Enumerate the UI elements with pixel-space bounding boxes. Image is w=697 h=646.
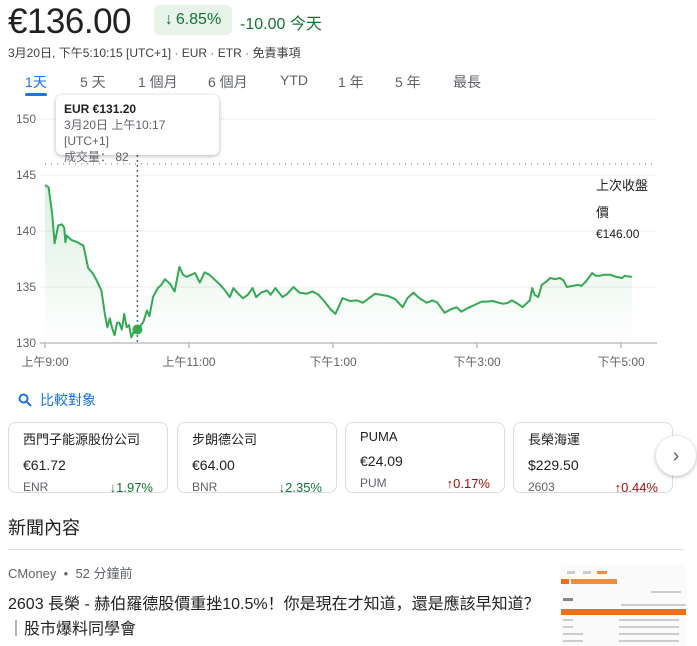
disclaimer-link[interactable]: 免責事項 — [252, 46, 300, 60]
stock-change: ↑0.44% — [615, 480, 658, 495]
change-percent-badge: ↓ 6.85% — [154, 5, 232, 35]
chart-tooltip: EUR €131.20 3月20日 上午10:17 [UTC+1] 成交量： 8… — [56, 95, 219, 164]
stock-change-value: 2.35% — [285, 480, 322, 495]
stock-ticker: PUM — [360, 476, 387, 490]
price-area — [45, 185, 632, 343]
y-tick-label: 145 — [16, 168, 36, 182]
stock-change: ↑0.17% — [447, 476, 490, 491]
tab-6m[interactable]: 6 個月 — [208, 72, 248, 92]
stock-change: ↓1.97% — [110, 480, 153, 495]
prev-close-value: €146.00 — [596, 227, 640, 241]
change-value: -10.00 — [240, 16, 286, 33]
stock-change-value: 1.97% — [116, 480, 153, 495]
stock-price: €24.09 — [360, 453, 403, 469]
stock-price: $229.50 — [528, 457, 579, 473]
x-tick-label: 下午3:00 — [453, 355, 501, 369]
y-tick-label: 130 — [16, 336, 36, 350]
stock-change: ↓2.35% — [279, 480, 322, 495]
thumbnail-image — [561, 571, 686, 642]
tooltip-price: EUR €131.20 — [64, 102, 137, 116]
related-stock-card[interactable]: 長榮海運 $229.50 2603 ↑0.44% — [513, 422, 673, 495]
compare-label: 比較對象 — [40, 392, 96, 408]
stock-name: 步朗德公司 — [192, 432, 258, 447]
news-source: CMoney • 52 分鐘前 — [8, 563, 133, 582]
hover-point — [132, 324, 143, 335]
chevron-right-icon: › — [672, 444, 680, 467]
tab-1d[interactable]: 1天 — [25, 72, 47, 96]
tab-ytd[interactable]: YTD — [280, 72, 308, 88]
timestamp: 3月20日, 下午5:10:15 [UTC+1] — [8, 46, 172, 60]
tooltip-time: 3月20日 上午10:17 [UTC+1] — [64, 118, 166, 148]
quote-meta: 3月20日, 下午5:10:15 [UTC+1] · EUR · ETR · 免… — [8, 46, 301, 60]
stock-ticker: 2603 — [528, 480, 555, 494]
x-tick-label: 上午11:00 — [162, 355, 215, 369]
x-tick-label: 上午9:00 — [21, 355, 69, 369]
stock-price: €64.00 — [192, 457, 235, 473]
change-period: 今天 — [289, 16, 322, 33]
currency: EUR — [181, 46, 208, 60]
tab-5y[interactable]: 5 年 — [395, 72, 421, 92]
change-percent: 6.85% — [175, 11, 222, 28]
prev-close-text-2: 價 — [596, 205, 610, 220]
volume-value: 82 — [115, 150, 129, 164]
y-tick-label: 140 — [16, 224, 36, 238]
y-tick-label: 135 — [16, 280, 36, 294]
current-price: €136.00 — [8, 2, 132, 41]
volume-label: 成交量： — [64, 150, 113, 164]
stock-name: PUMA — [360, 429, 398, 444]
compare-button[interactable]: 比較對象 — [18, 390, 96, 410]
related-stock-card[interactable]: 步朗德公司 €64.00 BNR ↓2.35% — [177, 422, 337, 495]
change-absolute: -10.00 今天 — [240, 10, 322, 34]
previous-close-label: 上次收盤 價 €146.00 — [596, 172, 656, 242]
prev-close-text: 上次收盤 — [596, 178, 649, 193]
stock-name: 長榮海運 — [528, 432, 581, 447]
separator: • — [63, 566, 69, 581]
x-tick-label: 下午5:00 — [597, 355, 645, 369]
y-tick-label: 150 — [16, 112, 36, 126]
stock-change-value: 0.44% — [621, 480, 658, 495]
next-cards-button[interactable]: › — [656, 436, 696, 476]
stock-change-value: 0.17% — [453, 476, 490, 491]
divider — [8, 549, 684, 550]
stock-ticker: ENR — [23, 480, 49, 494]
stock-price: €61.72 — [23, 457, 66, 473]
tooltip-volume: 成交量： 82 — [64, 149, 211, 165]
exchange: ETR — [217, 46, 242, 60]
tab-1y[interactable]: 1 年 — [338, 72, 364, 92]
x-tick-label: 下午1:00 — [309, 355, 357, 369]
news-age: 52 分鐘前 — [75, 566, 133, 581]
related-stock-card[interactable]: PUMA €24.09 PUM ↑0.17% — [345, 422, 505, 493]
news-thumbnail[interactable] — [561, 565, 686, 646]
arrow-down-icon: ↓ — [164, 11, 173, 28]
news-heading: 新聞內容 — [8, 518, 80, 538]
tab-5d[interactable]: 5 天 — [80, 72, 106, 92]
stock-ticker: BNR — [192, 480, 218, 494]
source-name: CMoney — [8, 566, 57, 581]
related-stock-card[interactable]: 西門子能源股份公司 €61.72 ENR ↓1.97% — [8, 422, 168, 495]
stock-name: 西門子能源股份公司 — [23, 432, 141, 447]
tab-1m[interactable]: 1 個月 — [138, 72, 178, 92]
news-headline-link[interactable]: 2603 長榮 - 赫伯羅德股價重挫10.5%！你是現在才知道，還是應該早知道？… — [8, 592, 553, 642]
tab-max[interactable]: 最長 — [453, 72, 481, 92]
search-icon — [18, 393, 32, 407]
